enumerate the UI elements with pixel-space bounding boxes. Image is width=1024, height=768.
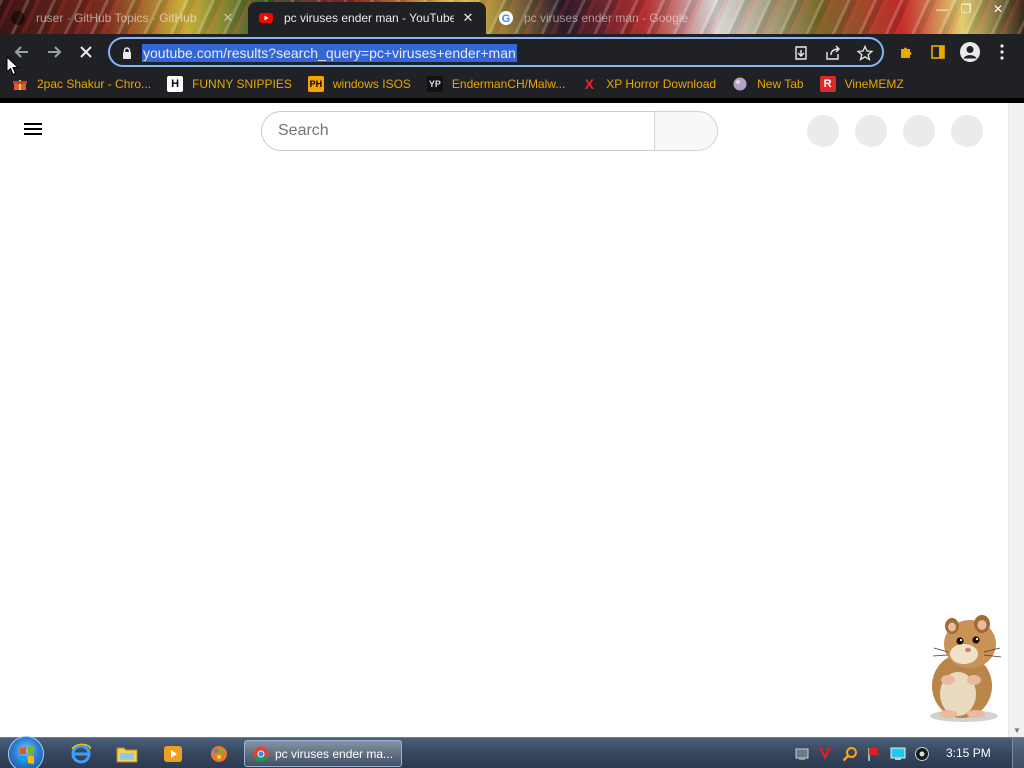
svg-text:G: G	[502, 13, 511, 25]
bookmark-label: EndermanCH/Malw...	[451, 77, 566, 91]
window-close-button[interactable]: ✕	[986, 0, 1010, 18]
kebab-menu-icon[interactable]	[988, 38, 1016, 66]
lock-icon[interactable]	[116, 43, 138, 63]
youtube-page	[0, 103, 1008, 737]
r-logo-icon: R	[819, 76, 836, 92]
start-button-windows-icon[interactable]	[8, 736, 44, 768]
taskbar-clock[interactable]: 3:15 PM	[946, 746, 991, 760]
search-input[interactable]	[278, 122, 628, 140]
bookmark-endermanch[interactable]: YP EndermanCH/Malw...	[426, 76, 566, 92]
h-logo-icon: H	[167, 76, 184, 92]
url-text[interactable]: youtube.com/results?search_query=pc+viru…	[142, 44, 517, 62]
ph-logo-icon: PH	[307, 76, 324, 92]
maximize-button[interactable]: ❐	[954, 0, 978, 18]
display-tray-icon[interactable]	[890, 746, 906, 762]
github-icon	[10, 10, 26, 26]
hamster-desktop-pet[interactable]	[918, 608, 1010, 723]
bookmarks-bar: 2pac Shakur - Chro... H FUNNY SNIPPIES P…	[0, 70, 1024, 98]
tab-title: pc viruses ender man - Google	[524, 11, 689, 25]
bookmark-new-tab[interactable]: New Tab	[732, 76, 804, 92]
placeholder-icon[interactable]	[855, 115, 887, 147]
internet-explorer-icon[interactable]	[66, 742, 96, 766]
gift-icon	[12, 76, 28, 92]
placeholder-icon[interactable]	[807, 115, 839, 147]
side-panel-icon[interactable]	[924, 38, 952, 66]
tab-github[interactable]: ruser · GitHub Topics · GitHub ✕	[0, 2, 246, 34]
show-desktop-button[interactable]	[1012, 738, 1024, 768]
taskbar-chrome-window[interactable]: pc viruses ender ma...	[244, 740, 402, 767]
stop-loading-button[interactable]	[72, 38, 100, 66]
bookmark-label: 2pac Shakur - Chro...	[37, 77, 152, 91]
hamburger-menu-icon[interactable]	[24, 120, 48, 140]
search-tray-icon[interactable]	[842, 746, 858, 762]
scroll-down-arrow-icon[interactable]: ▼	[1013, 726, 1021, 735]
minimize-button[interactable]: —	[930, 0, 954, 18]
mouse-cursor-icon	[6, 56, 20, 76]
bookmark-vinememz[interactable]: R VineMEMZ	[819, 76, 904, 92]
bookmark-label: FUNNY SNIPPIES	[192, 77, 292, 91]
profile-avatar-icon[interactable]	[956, 38, 984, 66]
antivirus-v-tray-icon[interactable]	[817, 746, 833, 762]
file-explorer-icon[interactable]	[112, 742, 142, 766]
tab-title: pc viruses ender man - YouTube	[284, 11, 454, 25]
address-bar[interactable]: youtube.com/results?search_query=pc+viru…	[108, 37, 884, 67]
extensions-puzzle-icon[interactable]	[892, 38, 920, 66]
bookmark-label: windows ISOS	[332, 77, 411, 91]
bookmark-label: New Tab	[757, 77, 804, 91]
bookmark-2pac[interactable]: 2pac Shakur - Chro...	[12, 76, 151, 92]
yp-logo-icon: YP	[426, 76, 443, 92]
forward-button[interactable]	[40, 38, 68, 66]
youtube-icon	[258, 10, 274, 26]
x-logo-icon: X	[584, 76, 594, 92]
tab-strip: ruser · GitHub Topics · GitHub ✕ pc viru…	[0, 0, 1024, 34]
google-icon: G	[498, 10, 514, 26]
arrow-right-icon	[48, 46, 62, 58]
network-tray-icon[interactable]	[794, 746, 810, 762]
media-player-icon[interactable]	[158, 742, 188, 766]
download-icon[interactable]	[790, 43, 812, 63]
bookmark-windows-isos[interactable]: PH windows ISOS	[307, 76, 411, 92]
bookmark-funny-snippies[interactable]: H FUNNY SNIPPIES	[167, 76, 292, 92]
screen: ruser · GitHub Topics · GitHub ✕ pc viru…	[0, 0, 1024, 768]
volume-tray-icon[interactable]	[914, 746, 930, 762]
browser-toolbar: youtube.com/results?search_query=pc+viru…	[0, 34, 1024, 70]
paint-app-icon[interactable]	[204, 742, 234, 766]
placeholder-icon[interactable]	[903, 115, 935, 147]
globe-icon	[732, 76, 748, 92]
page-scrollbar[interactable]: ▼	[1008, 103, 1024, 737]
star-icon[interactable]	[854, 43, 876, 63]
search-box[interactable]	[261, 111, 655, 151]
bookmark-label: XP Horror Download	[606, 77, 717, 91]
windows-taskbar: pc viruses ender ma... 3:15 PM	[0, 736, 1024, 768]
close-icon[interactable]: ✕	[220, 10, 236, 26]
search-button[interactable]	[654, 111, 718, 151]
flag-tray-icon[interactable]	[866, 746, 882, 762]
close-icon[interactable]: ✕	[460, 10, 476, 26]
share-icon[interactable]	[822, 43, 844, 63]
bookmark-label: VineMEMZ	[844, 77, 904, 91]
tab-title: ruser · GitHub Topics · GitHub	[36, 11, 197, 25]
bookmark-xp-horror[interactable]: X XP Horror Download	[581, 76, 717, 92]
placeholder-avatar-icon[interactable]	[951, 115, 983, 147]
close-icon	[80, 46, 92, 58]
chrome-icon	[253, 746, 269, 762]
tab-youtube-active[interactable]: pc viruses ender man - YouTube ✕	[248, 2, 486, 34]
tab-google[interactable]: G pc viruses ender man - Google	[488, 2, 724, 34]
taskbar-window-title: pc viruses ender ma...	[275, 746, 394, 761]
